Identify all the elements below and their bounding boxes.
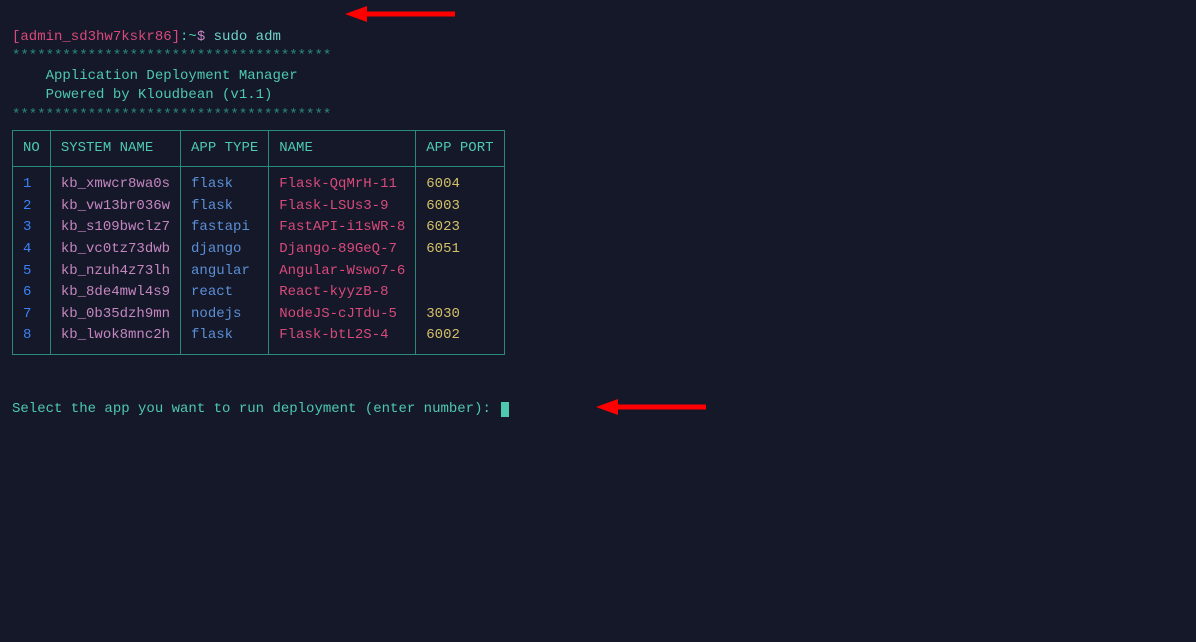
cell-system: kb_nzuh4z73lh xyxy=(50,261,180,283)
cell-no: 8 xyxy=(13,325,51,354)
banner-title: Application Deployment Manager xyxy=(12,67,1184,87)
table-row[interactable]: 1kb_xmwcr8wa0sflaskFlask-QqMrH-116004 xyxy=(13,167,505,196)
cell-port: 6051 xyxy=(416,239,504,261)
table-row[interactable]: 6kb_8de4mwl4s9reactReact-kyyzB-8 xyxy=(13,282,505,304)
cell-no: 7 xyxy=(13,304,51,326)
banner-stars-top: ************************************** xyxy=(12,47,1184,67)
cell-no: 3 xyxy=(13,217,51,239)
prompt-user: [admin_sd3hw7kskr86] xyxy=(12,29,180,45)
cell-name: Angular-Wswo7-6 xyxy=(269,261,416,283)
cell-name: Flask-QqMrH-11 xyxy=(269,167,416,196)
cell-system: kb_lwok8mnc2h xyxy=(50,325,180,354)
cell-apptype: angular xyxy=(181,261,269,283)
cell-name: FastAPI-i1sWR-8 xyxy=(269,217,416,239)
select-prompt-line: Select the app you want to run deploymen… xyxy=(12,381,1184,420)
cell-system: kb_8de4mwl4s9 xyxy=(50,282,180,304)
cell-apptype: react xyxy=(181,282,269,304)
header-name: NAME xyxy=(269,130,416,167)
cell-name: React-kyyzB-8 xyxy=(269,282,416,304)
header-port: APP PORT xyxy=(416,130,504,167)
cell-port xyxy=(416,282,504,304)
cell-name: Flask-btL2S-4 xyxy=(269,325,416,354)
cell-no: 2 xyxy=(13,196,51,218)
table-row[interactable]: 8kb_lwok8mnc2hflaskFlask-btL2S-46002 xyxy=(13,325,505,354)
cell-system: kb_vc0tz73dwb xyxy=(50,239,180,261)
cell-port: 6003 xyxy=(416,196,504,218)
table-row[interactable]: 5kb_nzuh4z73lhangularAngular-Wswo7-6 xyxy=(13,261,505,283)
cell-port: 6004 xyxy=(416,167,504,196)
cell-system: kb_xmwcr8wa0s xyxy=(50,167,180,196)
banner-subtitle: Powered by Kloudbean (v1.1) xyxy=(12,86,1184,106)
cell-port: 6002 xyxy=(416,325,504,354)
cell-port: 3030 xyxy=(416,304,504,326)
cell-apptype: django xyxy=(181,239,269,261)
cell-name: Flask-LSUs3-9 xyxy=(269,196,416,218)
table-row[interactable]: 3kb_s109bwclz7fastapiFastAPI-i1sWR-86023 xyxy=(13,217,505,239)
table-row[interactable]: 4kb_vc0tz73dwbdjangoDjango-89GeQ-76051 xyxy=(13,239,505,261)
cell-system: kb_0b35dzh9mn xyxy=(50,304,180,326)
table-row[interactable]: 7kb_0b35dzh9mnnodejsNodeJS-cJTdu-53030 xyxy=(13,304,505,326)
cell-apptype: nodejs xyxy=(181,304,269,326)
cell-name: Django-89GeQ-7 xyxy=(269,239,416,261)
cell-system: kb_vw13br036w xyxy=(50,196,180,218)
header-system: SYSTEM NAME xyxy=(50,130,180,167)
table-header-row: NO SYSTEM NAME APP TYPE NAME APP PORT xyxy=(13,130,505,167)
table-row[interactable]: 2kb_vw13br036wflaskFlask-LSUs3-96003 xyxy=(13,196,505,218)
cell-name: NodeJS-cJTdu-5 xyxy=(269,304,416,326)
header-apptype: APP TYPE xyxy=(181,130,269,167)
cell-apptype: flask xyxy=(181,167,269,196)
cell-apptype: flask xyxy=(181,325,269,354)
cursor-icon[interactable] xyxy=(501,402,509,417)
cell-port xyxy=(416,261,504,283)
cell-system: kb_s109bwclz7 xyxy=(50,217,180,239)
cell-apptype: flask xyxy=(181,196,269,218)
cell-apptype: fastapi xyxy=(181,217,269,239)
cell-no: 4 xyxy=(13,239,51,261)
prompt-command[interactable]: sudo adm xyxy=(214,29,281,45)
header-no: NO xyxy=(13,130,51,167)
cell-no: 5 xyxy=(13,261,51,283)
prompt-separator: :~ xyxy=(180,29,197,45)
cell-port: 6023 xyxy=(416,217,504,239)
cell-no: 1 xyxy=(13,167,51,196)
banner-stars-bottom: ************************************** xyxy=(12,106,1184,126)
shell-prompt: [admin_sd3hw7kskr86]:~$ sudo adm xyxy=(12,8,1184,47)
cell-no: 6 xyxy=(13,282,51,304)
apps-table: NO SYSTEM NAME APP TYPE NAME APP PORT 1k… xyxy=(12,130,505,355)
prompt-dollar: $ xyxy=(197,29,214,45)
select-prompt-text: Select the app you want to run deploymen… xyxy=(12,401,499,417)
